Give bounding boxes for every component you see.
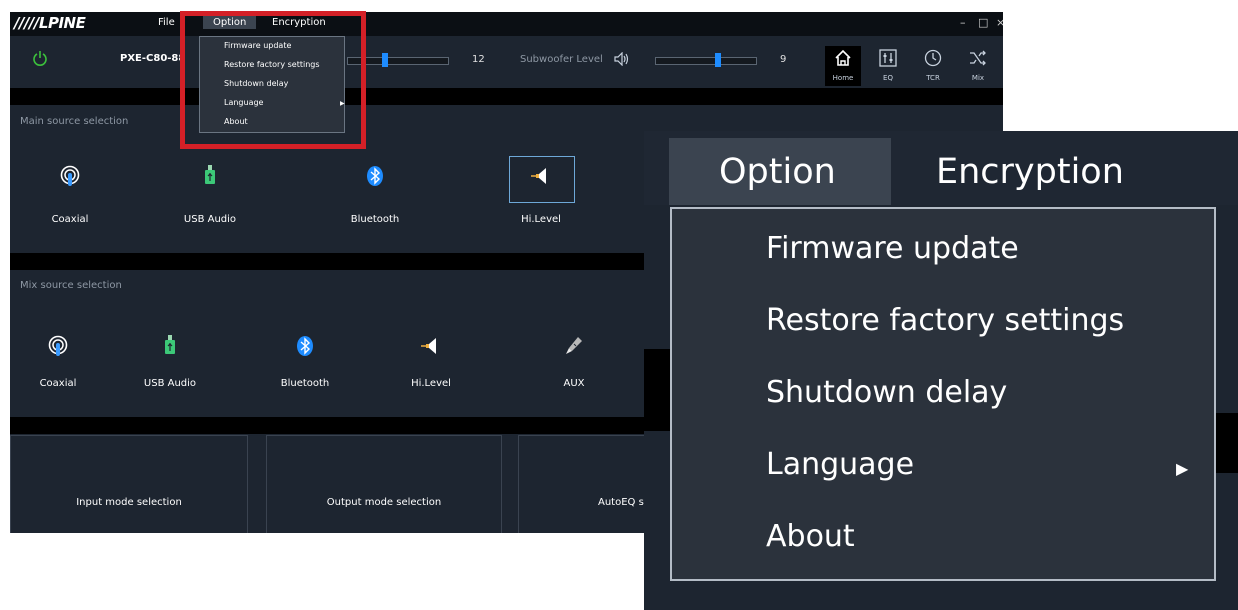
background-fragment <box>1216 413 1238 473</box>
zoom-menu-language[interactable]: Language <box>766 447 914 482</box>
mix-source-aux[interactable]: AUX <box>514 334 634 398</box>
main-source-bluetooth[interactable]: Bluetooth <box>315 164 435 234</box>
main-source-usb[interactable]: USB Audio <box>150 164 270 234</box>
subwoofer-slider-thumb[interactable] <box>715 53 721 67</box>
nav-home[interactable]: Home <box>825 46 861 86</box>
home-icon <box>835 49 851 66</box>
main-source-coaxial[interactable]: Coaxial <box>10 164 130 234</box>
zoom-menu-encryption[interactable]: Encryption <box>936 152 1124 192</box>
mix-source-bluetooth[interactable]: Bluetooth <box>245 334 365 398</box>
aux-plug-icon <box>566 337 582 354</box>
mix-source-usb[interactable]: USB Audio <box>110 334 230 398</box>
input-mode-label: Input mode selection <box>76 497 182 508</box>
device-name: PXE-C80-88 <box>120 53 186 64</box>
volume-icon <box>614 52 629 66</box>
mix-source-hilevel[interactable]: Hi.Level <box>371 334 491 398</box>
speaker-icon <box>531 168 546 184</box>
main-source-title: Main source selection <box>20 116 129 127</box>
title-bar: /////LPINE File Option Encryption – □ × <box>10 12 1003 36</box>
zoom-menu-about[interactable]: About <box>766 519 855 554</box>
usb-icon <box>205 165 215 184</box>
maximize-button[interactable]: □ <box>978 16 988 29</box>
zoom-option-label: Option <box>719 152 836 192</box>
brand-logo: /////LPINE <box>14 14 86 32</box>
bluetooth-icon <box>367 166 383 186</box>
background-fragment <box>644 349 670 431</box>
subwoofer-value: 9 <box>780 54 787 65</box>
subwoofer-slider[interactable] <box>655 57 757 65</box>
mix-source-label: Hi.Level <box>411 378 451 389</box>
menu-file[interactable]: File <box>158 17 175 28</box>
mix-source-title: Mix source selection <box>20 280 122 291</box>
main-source-label: Hi.Level <box>521 214 561 225</box>
nav-tcr-label: TCR <box>926 74 940 82</box>
power-icon[interactable] <box>32 50 48 66</box>
mix-source-label: AUX <box>563 378 585 389</box>
nav-home-label: Home <box>832 74 854 82</box>
minimize-button[interactable]: – <box>960 16 966 29</box>
input-mode-panel[interactable] <box>10 435 248 533</box>
output-mode-panel[interactable] <box>266 435 502 533</box>
nav-eq[interactable]: EQ <box>870 46 906 86</box>
divider-bar <box>10 88 1003 105</box>
zoom-menu-option[interactable]: Option <box>669 138 891 205</box>
zoom-menu-firmware-update[interactable]: Firmware update <box>766 231 1019 266</box>
usb-icon <box>165 335 175 354</box>
bluetooth-icon <box>297 336 313 356</box>
mix-source-coaxial[interactable]: Coaxial <box>10 334 118 398</box>
output-mode-label: Output mode selection <box>326 497 442 508</box>
main-source-label: Coaxial <box>51 214 89 225</box>
eq-icon <box>879 49 897 67</box>
mix-source-label: Coaxial <box>39 378 77 389</box>
coaxial-icon <box>48 335 68 356</box>
main-source-label: Bluetooth <box>350 214 400 225</box>
close-button[interactable]: × <box>996 16 1003 29</box>
nav-mix[interactable]: Mix <box>960 46 996 86</box>
zoom-inset: Option Encryption Firmware update Restor… <box>644 131 1238 610</box>
main-source-hilevel[interactable]: Hi.Level <box>481 164 601 234</box>
mix-source-label: USB Audio <box>143 378 197 389</box>
zoom-menu-shutdown-delay[interactable]: Shutdown delay <box>766 375 1007 410</box>
highlight-box <box>180 11 366 149</box>
shuffle-icon <box>970 50 986 66</box>
mix-source-label: Bluetooth <box>280 378 330 389</box>
zoom-menu-restore-factory[interactable]: Restore factory settings <box>766 303 1124 338</box>
clock-icon <box>924 49 942 67</box>
nav-tcr[interactable]: TCR <box>915 46 951 86</box>
zoom-submenu-arrow-icon: ▶ <box>1176 459 1189 478</box>
nav-eq-label: EQ <box>883 74 893 82</box>
zoom-menubar: Option Encryption <box>644 131 1238 205</box>
level-slider-thumb[interactable] <box>382 53 388 67</box>
nav-mix-label: Mix <box>971 74 985 82</box>
subwoofer-label: Subwoofer Level <box>520 54 603 65</box>
coaxial-icon <box>60 165 80 186</box>
level-value: 12 <box>472 54 485 65</box>
speaker-icon <box>421 338 436 354</box>
main-source-label: USB Audio <box>183 214 237 225</box>
zoom-option-dropdown: Firmware update Restore factory settings… <box>670 207 1216 581</box>
toolbar: PXE-C80-88 12 Subwoofer Level 9 Home EQ … <box>10 36 1003 88</box>
